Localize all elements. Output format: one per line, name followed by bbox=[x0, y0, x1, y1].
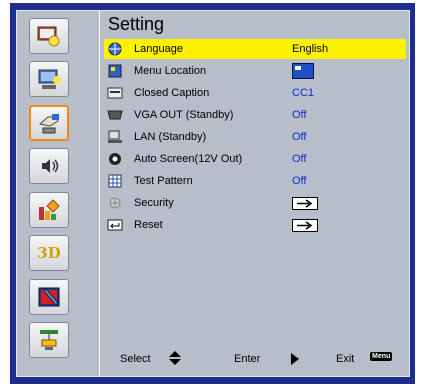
lan-icon bbox=[106, 129, 124, 145]
menu-row-language[interactable]: Language English bbox=[104, 39, 406, 59]
grid-icon bbox=[106, 63, 124, 79]
lan-settings-icon bbox=[40, 330, 58, 350]
menu-label: Security bbox=[134, 197, 174, 209]
gear-icon bbox=[106, 151, 124, 167]
image-settings-icon bbox=[37, 26, 60, 47]
enter-hint: Enter bbox=[234, 353, 261, 365]
menu-frame: 3D Setting Language English Menu Locatio… bbox=[10, 3, 415, 384]
menu-label: Language bbox=[134, 43, 183, 55]
menu-label: VGA OUT (Standby) bbox=[134, 109, 234, 121]
menu-row-vga-out[interactable]: VGA OUT (Standby) Off bbox=[104, 105, 406, 125]
reset-icon bbox=[106, 217, 124, 233]
select-hint: Select bbox=[120, 353, 151, 365]
location-swatch[interactable] bbox=[292, 63, 314, 79]
sidebar-item-3d[interactable]: 3D bbox=[29, 235, 69, 271]
sidebar-item-display[interactable] bbox=[29, 61, 69, 97]
menu-key-icon: Menu bbox=[370, 352, 393, 361]
sidebar-item-volume[interactable] bbox=[29, 148, 69, 184]
arrow-right-icon bbox=[297, 198, 313, 208]
menu-value: Off bbox=[292, 131, 307, 143]
setup-hand-icon bbox=[38, 114, 59, 134]
reset-enter-button[interactable] bbox=[292, 218, 318, 232]
menu-row-closed-caption[interactable]: Closed Caption CC1 bbox=[104, 83, 406, 103]
menu-value: English bbox=[292, 43, 329, 55]
exit-hint: Exit bbox=[336, 353, 355, 365]
menu-panel: 3D Setting Language English Menu Locatio… bbox=[16, 10, 410, 377]
play-right-icon bbox=[290, 352, 300, 369]
menu-row-reset[interactable]: Reset bbox=[104, 215, 406, 235]
menu-row-auto-screen[interactable]: Auto Screen(12V Out) Off bbox=[104, 149, 406, 169]
display-settings-icon bbox=[38, 69, 61, 89]
menu-row-test-pattern[interactable]: Test Pattern Off bbox=[104, 171, 406, 191]
sidebar-item-image[interactable] bbox=[29, 18, 69, 54]
key-hints: Select Enter Exit Menu bbox=[100, 344, 409, 374]
vga-icon bbox=[106, 107, 124, 123]
menu-label: Closed Caption bbox=[134, 87, 210, 99]
caption-icon bbox=[106, 85, 124, 101]
up-down-icon bbox=[168, 350, 182, 369]
menu-row-lan-standby[interactable]: LAN (Standby) Off bbox=[104, 127, 406, 147]
menu-label: LAN (Standby) bbox=[134, 131, 207, 143]
security-enter-button[interactable] bbox=[292, 196, 318, 210]
3d-label: 3D bbox=[37, 244, 61, 262]
menu-value: Off bbox=[292, 175, 307, 187]
sidebar-item-interactive[interactable] bbox=[29, 279, 69, 315]
menu-value: Off bbox=[292, 153, 307, 165]
menu-row-menu-location[interactable]: Menu Location bbox=[104, 61, 406, 81]
security-icon bbox=[106, 195, 124, 211]
globe-icon bbox=[106, 41, 124, 57]
menu-label: Menu Location bbox=[134, 65, 207, 77]
sidebar-item-options[interactable] bbox=[29, 192, 69, 228]
page-title: Setting bbox=[108, 14, 165, 34]
sidebar-item-lan[interactable] bbox=[29, 322, 69, 358]
settings-main: Setting Language English Menu Location C… bbox=[99, 11, 409, 376]
menu-label: Auto Screen(12V Out) bbox=[134, 153, 243, 165]
volume-icon bbox=[42, 159, 59, 173]
options-icon bbox=[39, 199, 60, 220]
menu-label: Reset bbox=[134, 219, 163, 231]
interactive-pen-icon bbox=[38, 287, 60, 307]
sidebar-item-setup[interactable] bbox=[29, 105, 69, 141]
menu-value: CC1 bbox=[292, 87, 315, 99]
menu-value: Off bbox=[292, 109, 307, 121]
sidebar: 3D bbox=[17, 11, 91, 376]
arrow-right-icon bbox=[297, 220, 313, 230]
menu-label: Test Pattern bbox=[134, 175, 193, 187]
menu-row-security[interactable]: Security bbox=[104, 193, 406, 213]
pattern-icon bbox=[106, 173, 124, 189]
